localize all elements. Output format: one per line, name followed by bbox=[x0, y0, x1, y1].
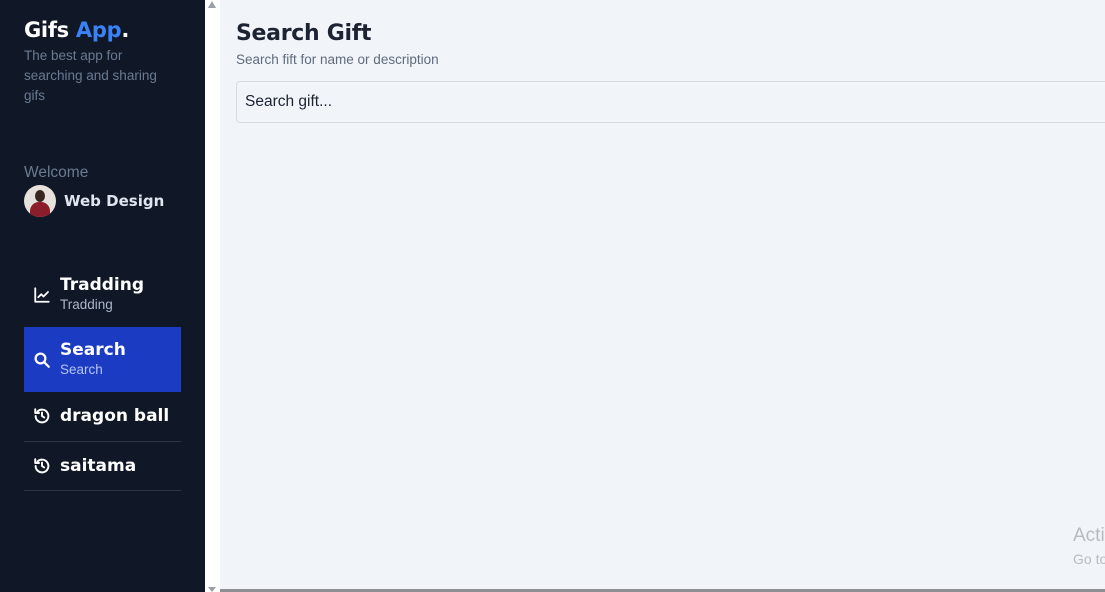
sidebar-item-saitama[interactable]: saitama bbox=[24, 442, 181, 491]
sidebar-item-tradding[interactable]: Tradding Tradding bbox=[24, 262, 181, 327]
sidebar-item-sublabel: Search bbox=[60, 362, 103, 377]
sidebar-item-sublabel: Tradding bbox=[60, 297, 113, 312]
sidebar-item-label: Search bbox=[60, 340, 126, 360]
scroll-down-arrow-icon[interactable] bbox=[208, 587, 216, 592]
search-icon bbox=[34, 352, 50, 368]
search-input[interactable] bbox=[236, 81, 1105, 123]
history-icon bbox=[34, 408, 50, 424]
avatar bbox=[24, 185, 56, 217]
welcome-label: Welcome bbox=[24, 164, 89, 181]
history-icon bbox=[34, 458, 50, 474]
username: Web Design bbox=[64, 192, 165, 210]
sidebar-item-dragon-ball[interactable]: dragon ball bbox=[24, 392, 181, 442]
sidebar-item-label: dragon ball bbox=[60, 406, 170, 426]
brand-tagline: The best app for searching and sharing g… bbox=[24, 48, 157, 103]
scroll-up-arrow-icon[interactable] bbox=[208, 1, 216, 8]
brand-name: Gifs bbox=[24, 18, 69, 42]
page-subtitle: Search fift for name or description bbox=[236, 52, 439, 67]
sidebar-item-search[interactable]: Search Search bbox=[24, 327, 181, 392]
activation-watermark-subtitle: Go to bbox=[1073, 551, 1105, 567]
scrollbar[interactable] bbox=[205, 0, 220, 592]
sidebar: Gifs App. The best app for searching and… bbox=[0, 0, 205, 592]
brand-dot: . bbox=[121, 18, 129, 42]
sidebar-item-label: Tradding bbox=[60, 275, 145, 295]
brand-logo[interactable]: Gifs App. bbox=[24, 18, 129, 42]
user-profile[interactable]: Web Design bbox=[24, 185, 164, 217]
brand-accent: App bbox=[75, 18, 122, 42]
sidebar-item-label: saitama bbox=[60, 456, 137, 476]
page-title: Search Gift bbox=[236, 21, 372, 46]
activation-watermark-title: Acti bbox=[1073, 525, 1105, 546]
trending-chart-icon bbox=[34, 287, 50, 303]
